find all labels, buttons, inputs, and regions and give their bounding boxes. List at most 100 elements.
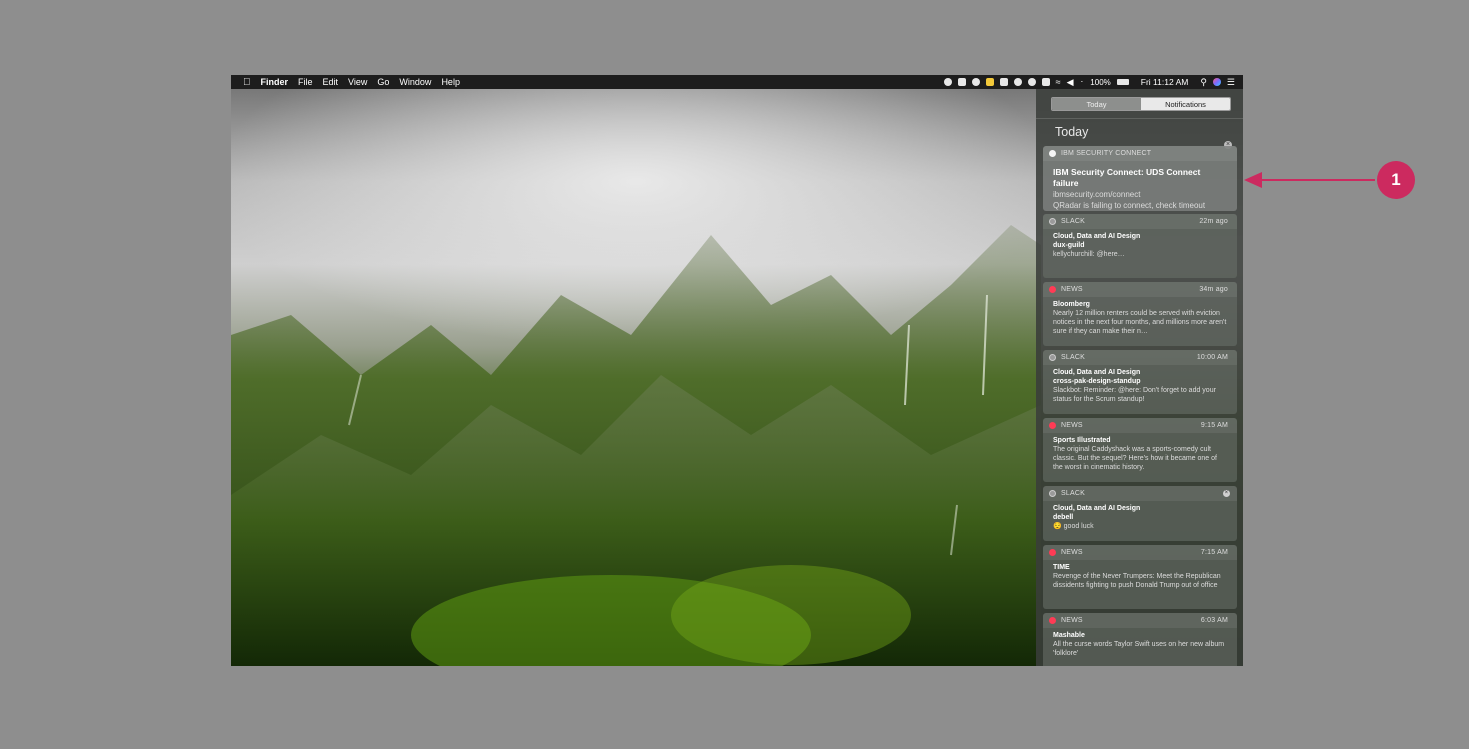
news-app-icon — [1049, 617, 1056, 624]
card-subtitle: ibmsecurity.com/connect — [1053, 190, 1141, 199]
menu-clock[interactable]: Fri 11:12 AM — [1141, 77, 1189, 87]
card-body: IBM Security Connect: UDS Connect failur… — [1043, 161, 1237, 211]
notification-card[interactable]: NEWS 34m ago Bloomberg Nearly 12 million… — [1043, 282, 1237, 346]
card-message: All the curse words Taylor Swift uses on… — [1053, 641, 1225, 657]
tab-today[interactable]: Today — [1052, 98, 1141, 110]
slack-app-icon — [1049, 354, 1056, 361]
card-body: Cloud, Data and AI Design dux-guild kell… — [1043, 229, 1237, 259]
bluetooth-icon[interactable]: ᛫ — [1079, 78, 1084, 87]
menu-file[interactable]: File — [298, 77, 313, 87]
card-title: Sports Illustrated — [1053, 437, 1111, 444]
card-message: Slackbot: Reminder: @here: Don't forget … — [1053, 387, 1216, 403]
card-subtitle: debell — [1053, 514, 1074, 521]
card-app-name: NEWS — [1061, 549, 1083, 556]
tab-notifications[interactable]: Notifications — [1141, 98, 1230, 110]
slack-app-icon — [1049, 218, 1056, 225]
status-item-icon[interactable] — [1027, 78, 1036, 86]
card-time: 34m ago — [1199, 286, 1228, 293]
news-app-icon — [1049, 549, 1056, 556]
ibm-security-app-icon — [1049, 150, 1056, 157]
card-message: QRadar is failing to connect, check time… — [1053, 201, 1206, 210]
card-time: 7:15 AM — [1200, 549, 1228, 556]
card-body: Sports Illustrated The original Caddysha… — [1043, 433, 1237, 472]
card-header: NEWS 34m ago — [1043, 282, 1237, 297]
card-app-name: SLACK — [1061, 218, 1085, 225]
notification-center-panel: Today Notifications Today × IBM SECURITY… — [1036, 89, 1243, 666]
card-header: SLACK × — [1043, 486, 1237, 501]
card-app-name: SLACK — [1061, 354, 1085, 361]
card-app-name: IBM SECURITY CONNECT — [1061, 150, 1152, 157]
battery-percent[interactable]: 100% — [1090, 78, 1110, 87]
card-title: Bloomberg — [1053, 301, 1090, 308]
card-title: Cloud, Data and AI Design — [1053, 369, 1141, 376]
callout-number-badge: 1 — [1377, 161, 1415, 199]
card-message: Revenge of the Never Trumpers: Meet the … — [1053, 573, 1221, 589]
nc-segmented-control: Today Notifications — [1051, 97, 1231, 111]
notification-card[interactable]: SLACK 22m ago Cloud, Data and AI Design … — [1043, 214, 1237, 278]
card-header: SLACK 10:00 AM — [1043, 350, 1237, 365]
menu-window[interactable]: Window — [399, 77, 431, 87]
card-app-name: NEWS — [1061, 422, 1083, 429]
battery-icon[interactable] — [1116, 79, 1129, 85]
notification-card[interactable]: IBM SECURITY CONNECT IBM Security Connec… — [1043, 146, 1237, 211]
menu-extras: ≈ ◀ ᛫ 100% Fri 11:12 AM ⚲ ☰ — [943, 75, 1235, 89]
card-time: 6:03 AM — [1200, 617, 1228, 624]
card-message: kellychurchill: @here… — [1053, 251, 1125, 258]
volume-icon[interactable]: ◀ — [1067, 77, 1074, 88]
dismiss-close-icon[interactable]: × — [1223, 490, 1230, 497]
menu-go[interactable]: Go — [377, 77, 389, 87]
notification-card[interactable]: NEWS 7:15 AM TIME Revenge of the Never T… — [1043, 545, 1237, 609]
card-time: 10:00 AM — [1196, 354, 1228, 361]
status-item-icon[interactable] — [985, 78, 994, 86]
card-body: Bloomberg Nearly 12 million renters coul… — [1043, 297, 1237, 336]
menu-edit[interactable]: Edit — [323, 77, 339, 87]
notification-card[interactable]: NEWS 9:15 AM Sports Illustrated The orig… — [1043, 418, 1237, 482]
slack-app-icon — [1049, 490, 1056, 497]
notification-center-icon[interactable]: ☰ — [1227, 77, 1235, 88]
news-app-icon — [1049, 422, 1056, 429]
notification-card[interactable]: SLACK × Cloud, Data and AI Design debell… — [1043, 486, 1237, 541]
card-app-name: NEWS — [1061, 286, 1083, 293]
apple-menu-icon[interactable]:  — [243, 77, 251, 88]
card-header: NEWS 7:15 AM — [1043, 545, 1237, 560]
menu-app-finder[interactable]: Finder — [261, 77, 289, 87]
callout-arrow-line — [1247, 179, 1375, 181]
section-title: Today — [1055, 125, 1089, 139]
airplay-icon[interactable] — [1041, 78, 1050, 86]
notification-card[interactable]: SLACK 10:00 AM Cloud, Data and AI Design… — [1043, 350, 1237, 414]
callout-arrow-icon — [1244, 172, 1262, 188]
status-item-icon[interactable] — [957, 78, 966, 86]
card-title: Cloud, Data and AI Design — [1053, 233, 1141, 240]
card-time: 22m ago — [1199, 218, 1228, 225]
wifi-icon[interactable]: ≈ — [1056, 77, 1061, 87]
menu-bar:  Finder File Edit View Go Window Help ≈… — [231, 75, 1243, 89]
card-subtitle: dux-guild — [1053, 242, 1085, 249]
status-item-icon[interactable] — [943, 78, 952, 86]
card-app-name: NEWS — [1061, 617, 1083, 624]
divider — [1036, 118, 1243, 119]
card-title: Cloud, Data and AI Design — [1053, 505, 1141, 512]
card-title: Mashable — [1053, 632, 1085, 639]
card-message: 😌 good luck — [1053, 523, 1094, 530]
card-title: TIME — [1053, 564, 1070, 571]
card-header: SLACK 22m ago — [1043, 214, 1237, 229]
card-message: Nearly 12 million renters could be serve… — [1053, 310, 1227, 335]
card-app-name: SLACK — [1061, 490, 1085, 497]
card-time: 9:15 AM — [1200, 422, 1228, 429]
card-body: Cloud, Data and AI Design cross-pak-desi… — [1043, 365, 1237, 404]
status-item-icon[interactable] — [1013, 78, 1022, 86]
news-app-icon — [1049, 286, 1056, 293]
spotlight-search-icon[interactable]: ⚲ — [1200, 77, 1207, 88]
siri-icon[interactable] — [1212, 78, 1221, 86]
card-title: IBM Security Connect: UDS Connect failur… — [1053, 167, 1201, 188]
card-body: TIME Revenge of the Never Trumpers: Meet… — [1043, 560, 1237, 590]
desktop-screen:  Finder File Edit View Go Window Help ≈… — [231, 75, 1243, 666]
notification-card[interactable]: NEWS 6:03 AM Mashable All the curse word… — [1043, 613, 1237, 666]
menu-view[interactable]: View — [348, 77, 367, 87]
status-item-icon[interactable] — [971, 78, 980, 86]
card-subtitle: cross-pak-design-standup — [1053, 378, 1141, 385]
status-item-icon[interactable] — [999, 78, 1008, 86]
menu-help[interactable]: Help — [441, 77, 460, 87]
card-body: Cloud, Data and AI Design debell 😌 good … — [1043, 501, 1237, 531]
card-body: Mashable All the curse words Taylor Swif… — [1043, 628, 1237, 658]
